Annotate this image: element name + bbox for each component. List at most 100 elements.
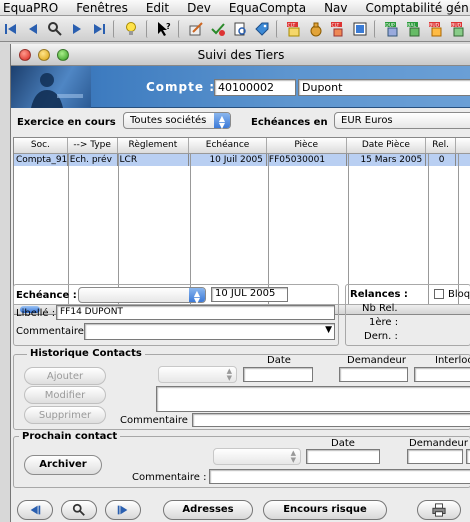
prochain-commentaire-label: Commentaire : bbox=[132, 472, 207, 483]
menu-fenetres[interactable]: Fenêtres bbox=[67, 1, 137, 15]
menu-dev[interactable]: Dev bbox=[178, 1, 220, 15]
prochain-type-select[interactable]: ▲ ▼ bbox=[213, 448, 301, 465]
banner-photo bbox=[11, 66, 91, 108]
chevron-updown-icon: ▲ ▼ bbox=[290, 449, 296, 464]
col-type[interactable]: --> Type bbox=[68, 138, 118, 153]
cell-echeance: 10 Juil 2005 bbox=[189, 154, 267, 166]
column-divider bbox=[68, 154, 69, 304]
next-record-icon bbox=[117, 505, 128, 515]
money-bag-icon[interactable] bbox=[307, 19, 326, 39]
ajouter-button[interactable]: Ajouter bbox=[24, 367, 106, 385]
encours-risque-button[interactable]: Encours risque bbox=[263, 500, 387, 520]
commentaire-label: Commentaire : bbox=[16, 326, 91, 337]
historique-interloc-field[interactable] bbox=[414, 367, 470, 382]
prochain-demandeur-field[interactable] bbox=[407, 449, 463, 464]
bloque-checkbox[interactable] bbox=[434, 289, 444, 299]
budget-icon[interactable]: BUD bbox=[426, 19, 445, 39]
prochain-commentaire-field[interactable] bbox=[209, 469, 470, 484]
minimize-button[interactable] bbox=[38, 49, 50, 61]
chevron-updown-icon: ▲ ▼ bbox=[189, 288, 205, 305]
commentaire-field[interactable]: ▼ bbox=[84, 323, 335, 340]
column-divider bbox=[268, 154, 269, 304]
header-banner: Compte : 40100002 Dupont bbox=[11, 66, 470, 108]
historique-type-select[interactable]: ▲ ▼ bbox=[158, 366, 237, 383]
exercice-value: Toutes sociétés bbox=[130, 115, 207, 126]
col-rel[interactable]: Rel. bbox=[426, 138, 457, 153]
zoom-button[interactable] bbox=[57, 49, 69, 61]
modifier-button[interactable]: Modifier bbox=[24, 386, 106, 404]
first-record-icon[interactable] bbox=[2, 19, 21, 39]
historique-date-field[interactable] bbox=[243, 367, 313, 382]
bud-tag: BUD bbox=[451, 22, 461, 28]
previous-button[interactable] bbox=[17, 500, 53, 520]
historique-notes-field[interactable] bbox=[156, 386, 470, 412]
supprimer-button[interactable]: Supprimer bbox=[24, 406, 106, 424]
col-reglement[interactable]: Règlement bbox=[118, 138, 190, 153]
column-divider bbox=[348, 154, 349, 304]
derniere-relance-label: Dern. : bbox=[364, 331, 398, 342]
prochain-date-label: Date bbox=[331, 438, 355, 449]
budget-check-icon[interactable]: BUD bbox=[448, 19, 467, 39]
prochain-extra-field[interactable] bbox=[466, 449, 470, 464]
lightbulb-icon[interactable] bbox=[122, 19, 141, 39]
col-piece[interactable]: Pièce bbox=[267, 138, 347, 153]
historique-title: Historique Contacts bbox=[27, 348, 145, 359]
menu-edit[interactable]: Edit bbox=[137, 1, 178, 15]
search-icon[interactable] bbox=[46, 19, 65, 39]
toolbar-separator bbox=[145, 19, 152, 38]
print-button[interactable] bbox=[417, 500, 461, 520]
historique-commentaire-field[interactable] bbox=[192, 413, 470, 427]
ledger-icon[interactable] bbox=[350, 19, 369, 39]
print-preview-icon[interactable] bbox=[230, 19, 249, 39]
table-row[interactable]: Compta_91 Ech. prév LCR 10 Juil 2005 FF0… bbox=[14, 154, 470, 166]
prochain-date-field[interactable] bbox=[306, 449, 380, 464]
compte-name-field[interactable]: Dupont bbox=[298, 79, 470, 96]
column-divider bbox=[190, 154, 191, 304]
tag-icon[interactable] bbox=[252, 19, 271, 39]
help-pointer-icon[interactable]: ? bbox=[154, 19, 173, 39]
historique-demandeur-field[interactable] bbox=[339, 367, 408, 382]
echeances-en-label: Echéances en bbox=[251, 117, 328, 128]
prev-record-icon[interactable] bbox=[24, 19, 43, 39]
echeance-select[interactable]: ▲ ▼ bbox=[78, 287, 206, 305]
next-record-icon[interactable] bbox=[67, 19, 86, 39]
menu-comptabilite[interactable]: Comptabilité gén bbox=[357, 1, 470, 15]
toolbar: ? CLT CLT DUP BAL BUD BUD bbox=[0, 16, 470, 42]
client-list-icon[interactable]: CLT bbox=[285, 19, 304, 39]
menu-equacompta[interactable]: EquaCompta bbox=[220, 1, 315, 15]
window-title: Suivi des Tiers bbox=[197, 48, 285, 62]
client-gift-icon[interactable]: CLT bbox=[328, 19, 347, 39]
menu-nav[interactable]: Nav bbox=[315, 1, 356, 15]
bal-tag: BAL bbox=[407, 22, 416, 28]
next-button[interactable] bbox=[105, 500, 141, 520]
prochain-demandeur-label: Demandeur bbox=[409, 438, 469, 449]
last-record-icon[interactable] bbox=[89, 19, 108, 39]
window-titlebar[interactable]: Suivi des Tiers bbox=[11, 44, 470, 66]
column-divider bbox=[118, 154, 119, 304]
dup-icon[interactable]: DUP bbox=[383, 19, 402, 39]
menu-bar: EquaPRO Fenêtres Edit Dev EquaCompta Nav… bbox=[0, 0, 470, 16]
historique-date-label: Date bbox=[267, 355, 291, 366]
find-button[interactable] bbox=[61, 500, 97, 520]
cell-date-piece: 15 Mars 2005 bbox=[347, 154, 427, 166]
currency-select[interactable]: EUR Euros bbox=[334, 112, 470, 129]
compte-code-field[interactable]: 40100002 bbox=[214, 79, 296, 96]
exercice-select[interactable]: Toutes sociétés ▲ ▼ bbox=[123, 112, 231, 130]
historique-commentaire-label: Commentaire : bbox=[120, 415, 195, 426]
validate-icon[interactable] bbox=[209, 19, 228, 39]
col-soc[interactable]: Soc. bbox=[14, 138, 68, 153]
dup-tag: DUP bbox=[385, 22, 395, 28]
menu-equapro[interactable]: EquaPRO bbox=[0, 1, 67, 15]
edit-icon[interactable] bbox=[187, 19, 206, 39]
svg-text:?: ? bbox=[166, 22, 171, 31]
archiver-button[interactable]: Archiver bbox=[24, 455, 102, 475]
col-echeance[interactable]: Echéance bbox=[189, 138, 267, 153]
adresses-button[interactable]: Adresses bbox=[163, 500, 253, 520]
libelle-label: Libellé : bbox=[16, 308, 56, 319]
echeance-date-field[interactable]: 10 JUL 2005 bbox=[211, 287, 288, 302]
col-date-piece[interactable]: Date Pièce bbox=[347, 138, 427, 153]
bal-icon[interactable]: BAL bbox=[405, 19, 424, 39]
suivi-tiers-window: Suivi des Tiers Compte : 40100002 Dupont… bbox=[10, 44, 470, 522]
libelle-field[interactable]: FF14 DUPONT bbox=[56, 305, 335, 320]
close-button[interactable] bbox=[19, 49, 31, 61]
